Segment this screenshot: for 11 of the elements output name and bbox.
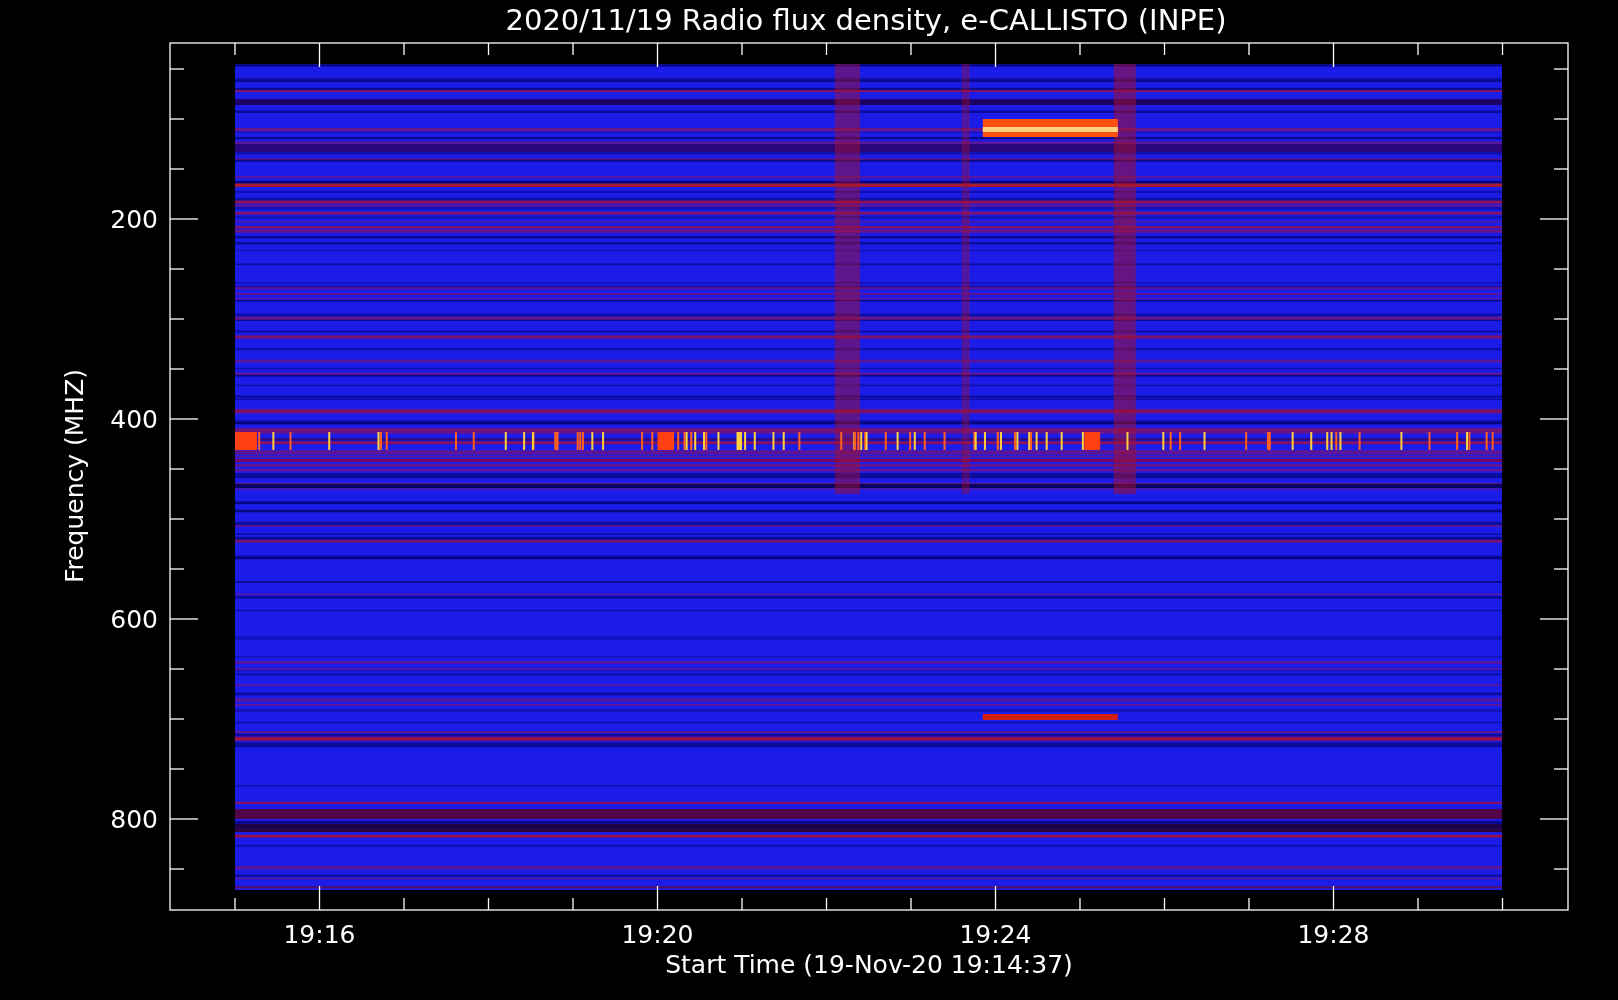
y-axis-label: Frequency (MHZ): [60, 368, 89, 584]
y-tick-label: 400: [110, 405, 158, 434]
x-tick-label: 19:20: [621, 920, 694, 949]
y-tick-label: 600: [110, 605, 158, 634]
x-axis-label: Start Time (19-Nov-20 19:14:37): [665, 950, 1073, 979]
y-tick-label: 800: [110, 805, 158, 834]
chart-title: 2020/11/19 Radio flux density, e-CALLISTO (INPE): [505, 3, 1227, 37]
x-tick-label: 19:16: [283, 920, 356, 949]
x-tick-label: 19:24: [959, 920, 1032, 949]
y-tick-label: 200: [110, 205, 158, 234]
x-tick-label: 19:28: [1297, 920, 1370, 949]
